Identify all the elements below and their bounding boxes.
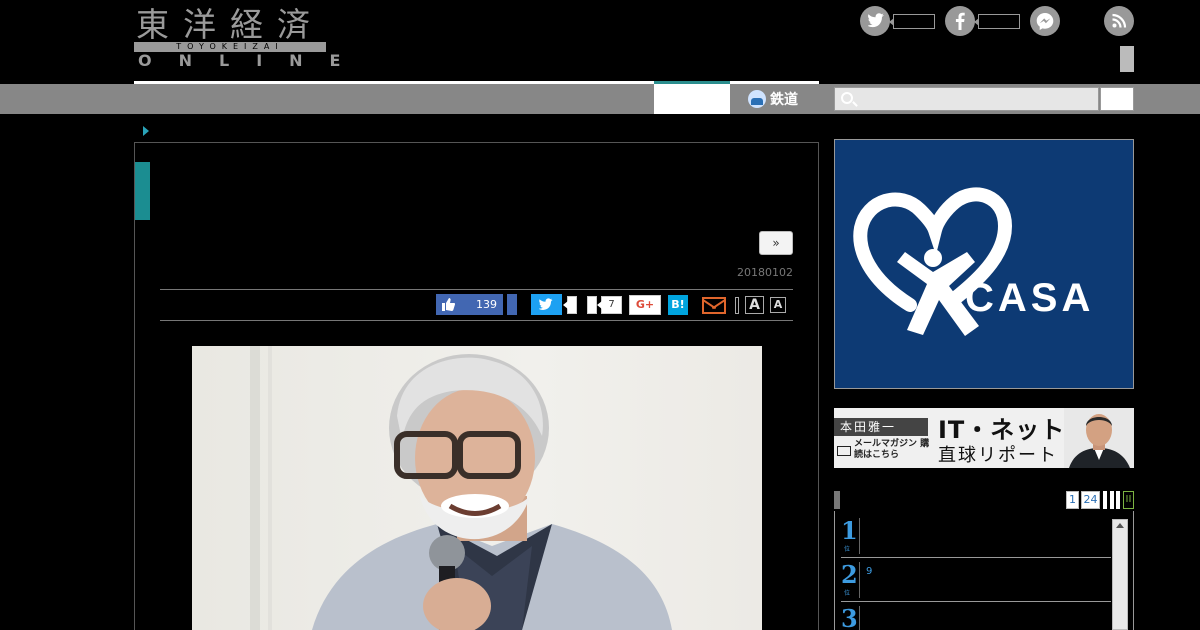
share-bar-bottom-line: [160, 320, 793, 321]
ranking-header-accent: [834, 491, 840, 509]
scroll-up-arrow-icon[interactable]: [1116, 523, 1124, 528]
facebook-like-button[interactable]: 139: [436, 294, 503, 315]
hatena-bookmark-button[interactable]: B!: [668, 295, 688, 315]
font-size-small-button[interactable]: A: [770, 297, 786, 313]
search-button[interactable]: [1100, 87, 1134, 111]
it-net-report-banner[interactable]: 本田雅一 メールマガジン 購読はこちら IT・ネット 直球リポート: [834, 408, 1134, 468]
share-separator: [735, 297, 739, 314]
it-banner-title-line1: IT・ネット: [938, 416, 1066, 444]
ranking-scrollbar[interactable]: [1112, 519, 1128, 630]
twitter-bird-icon: [539, 298, 553, 310]
twitter-follow-count: [889, 14, 935, 29]
messenger-button[interactable]: [1030, 6, 1060, 36]
ranking-item[interactable]: 3 位: [841, 602, 1111, 630]
article-title-accent: [135, 162, 150, 220]
ranking-tab-yearly[interactable]: [1116, 491, 1120, 509]
nav-item-railway[interactable]: 鉄道: [748, 87, 798, 111]
facebook-share-button[interactable]: [507, 294, 517, 315]
pocket-count: 7: [597, 296, 622, 314]
facebook-like-count: [974, 14, 1020, 29]
ranking-item[interactable]: 2 位 9: [841, 558, 1111, 602]
casa-heart-figure-logo: [853, 187, 1013, 336]
ranking-tab-monthly[interactable]: [1110, 491, 1114, 509]
facebook-like-page-button[interactable]: [945, 6, 975, 36]
twitter-bird-icon: [868, 13, 884, 28]
nav-railway-label: 鉄道: [770, 92, 798, 108]
logo-online: ONLINE: [138, 51, 368, 70]
rss-icon: [1112, 13, 1127, 28]
mail-icon: [837, 446, 851, 456]
breadcrumb-arrow-icon[interactable]: [143, 126, 149, 136]
rss-button[interactable]: [1104, 6, 1134, 36]
logo-kanji: 東洋経済: [136, 5, 324, 44]
ranking-tab-category[interactable]: II: [1123, 491, 1134, 509]
ranking-tab-24h[interactable]: 24: [1081, 491, 1100, 509]
ranking-tab-1h[interactable]: 1: [1066, 491, 1079, 509]
article-photo: [192, 346, 762, 630]
member-login-tab[interactable]: [1120, 46, 1134, 72]
font-size-large-button[interactable]: A: [745, 296, 764, 314]
messenger-icon: [1036, 13, 1054, 30]
ranking-number: 3: [841, 604, 858, 630]
ranking-divider: [859, 606, 860, 630]
casa-registered-mark: ®: [941, 284, 950, 294]
ranking-item[interactable]: 1 位: [841, 514, 1111, 558]
facebook-f-icon: [955, 12, 965, 30]
search-icon: [841, 92, 853, 104]
ranking-title: 9: [866, 566, 873, 577]
article-date: 20180102: [737, 266, 793, 279]
ranking-number: 1: [841, 516, 858, 545]
next-page-button[interactable]: »: [759, 231, 793, 255]
tweet-count: [563, 296, 577, 314]
train-icon: [748, 90, 766, 108]
thumbs-up-icon: [442, 298, 455, 311]
it-banner-title-line2: 直球リポート: [938, 445, 1058, 466]
tweet-button[interactable]: [531, 294, 562, 315]
share-bar-top-line: [160, 289, 793, 290]
ranking-divider: [859, 518, 860, 554]
ranking-divider: [859, 562, 860, 598]
portrait-illustration: [250, 346, 672, 630]
ranking-number: 2: [841, 560, 858, 589]
nav-item-active[interactable]: [654, 81, 730, 114]
it-banner-mail-text: メールマガジン 購読はこちら: [854, 439, 930, 460]
google-plus-button[interactable]: G+: [629, 295, 661, 315]
search-input[interactable]: [859, 90, 1095, 108]
ranking-suffix: 位: [844, 546, 851, 553]
site-logo[interactable]: 東洋経済 TOYOKEIZAI ONLINE: [134, 5, 368, 70]
author-photo: [1064, 408, 1134, 468]
ranking-tab-weekly[interactable]: [1103, 491, 1107, 509]
ranking-suffix: 位: [844, 590, 851, 597]
twitter-follow-button[interactable]: [860, 6, 890, 36]
envelope-icon: [702, 297, 726, 314]
search-box: [834, 87, 1099, 111]
facebook-like-count: 139: [476, 298, 497, 311]
casa-ad-banner[interactable]: [834, 139, 1134, 389]
pocket-button[interactable]: [587, 296, 597, 314]
casa-wordmark: CASA: [965, 276, 1095, 320]
it-banner-author: 本田雅一: [834, 418, 928, 436]
